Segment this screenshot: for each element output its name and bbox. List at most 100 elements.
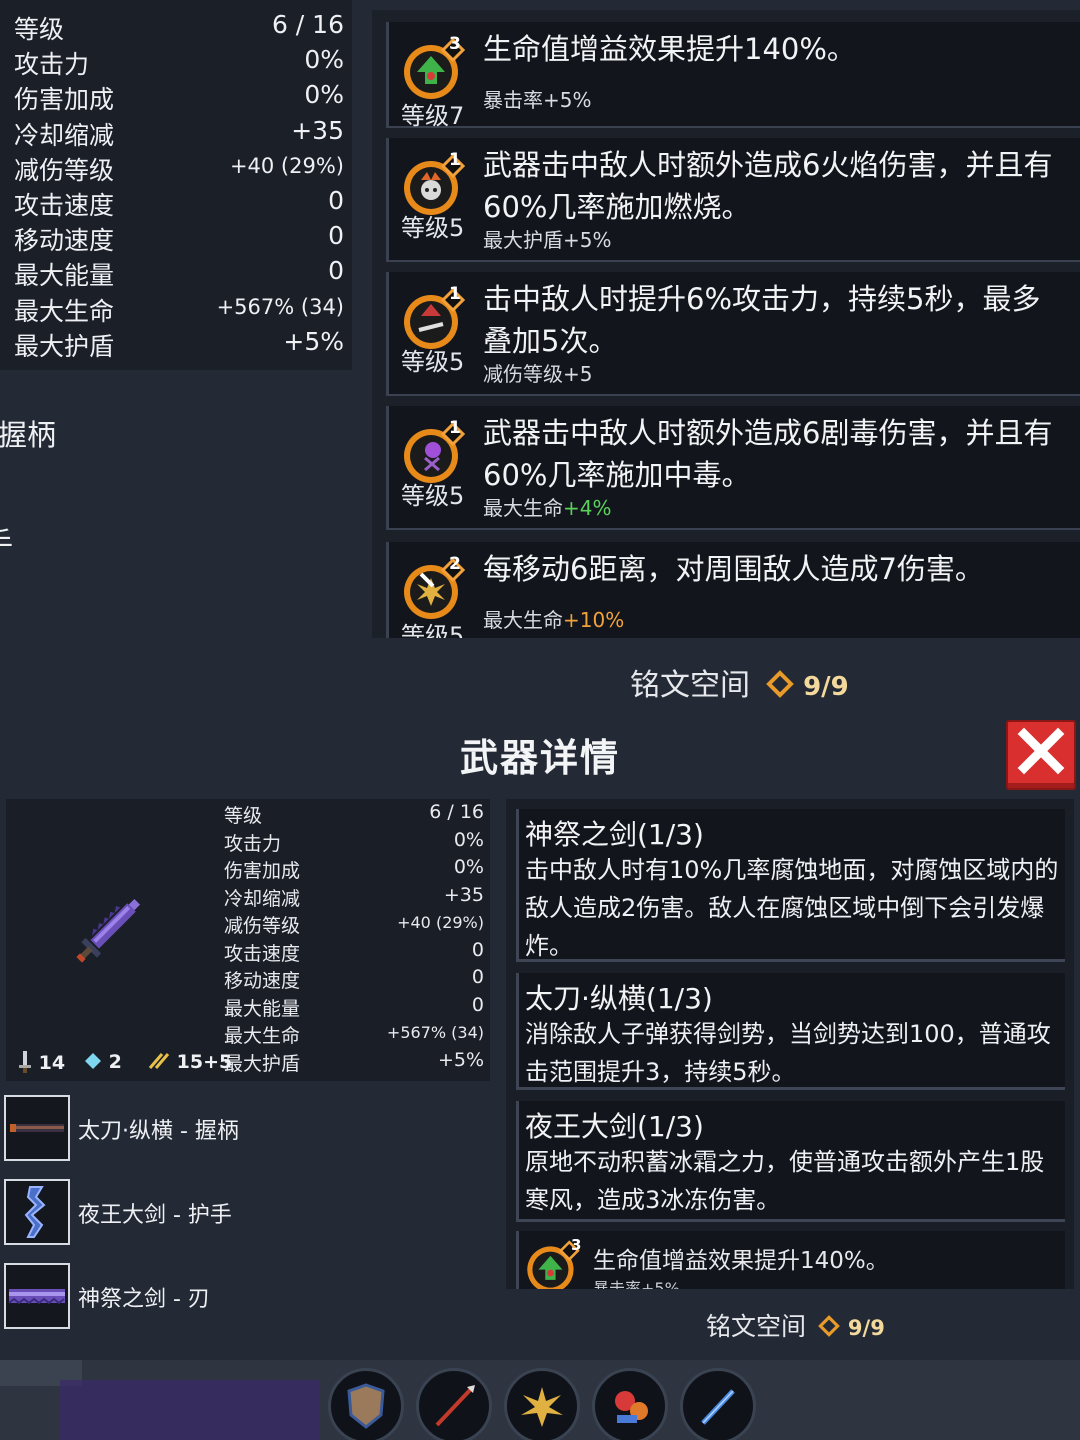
stat-row: 最大生命 +567% (34) [0,292,352,327]
set-bonus-title: 夜王大剑(1/3) [525,1110,704,1143]
weapon-stat-label: 最大能量 [224,997,301,1020]
set-bonus-card: 夜王大剑(1/3) 原地不动积蓄冰霜之力，使普通攻击额外产生1股寒风，造成3冰冻… [516,1101,1065,1222]
rune-card[interactable]: 1 等级5 武器击中敌人时额外造成6剧毒伤害，并且有60%几率施加中毒。 最大生命+4… [386,406,1080,530]
part-row-blade[interactable]: 神祭之剑 - 刃 [4,1263,484,1329]
rune-sub-value: +5% [543,88,592,112]
stat-value: +35 [291,115,344,145]
rune-sub-value: +10% [563,608,625,632]
weapon-stat-row: 减伤等级 +40 (29%) [224,911,484,938]
weapon-stat-row: 伤害加成 0% [224,856,484,883]
weapon-stat-value: 0 [471,938,484,961]
stat-label: 冷却缩减 [14,120,115,150]
rune-badge-count: 2 [449,554,461,574]
rune-sub-stat: 最大生命+10% [483,604,624,633]
stat-row: 等级 6 / 16 [0,10,352,45]
rune-sub-label: 最大生命 [483,496,563,520]
stat-value: 0 [328,186,344,215]
set-bonus-panel[interactable]: 神祭之剑(1/3) 击中敌人时有10%几率腐蚀地面，对腐蚀区域内的敌人造成2伤害… [506,799,1074,1289]
weapon-stat-value: +5% [437,1048,484,1071]
stat-label: 伤害加成 [14,85,115,115]
background-part-label: 握柄 [0,418,57,452]
rune-list-panel[interactable]: 3 等级7 生命值增益效果提升140%。 暴击率+5% 1 等级5 武器击中敌人时额外造成6… [372,10,1080,638]
fire-skill-icon[interactable] [592,1368,668,1440]
weapon-stat-value: 0 [471,966,484,988]
set-bonus-title: 太刀·纵横(1/3) [525,982,713,1015]
weapon-stat-row: 最大生命 +567% (34) [224,1021,484,1048]
weapon-stat-label: 等级 [224,805,263,827]
stat-value: +40 (29%) [229,153,344,178]
crystal-icon [85,1053,101,1069]
set-bonus-card: 神祭之剑(1/3) 击中敌人时有10%几率腐蚀地面，对腐蚀区域内的敌人造成2伤害… [516,809,1065,962]
stat-row: 伤害加成 0% [0,80,352,115]
stat-row: 攻击力 0% [0,45,352,80]
rune-card[interactable]: 1 等级5 击中敌人时提升6%攻击力，持续5秒，最多叠加5次。 减伤等级+5 [386,272,1080,396]
weapon-stat-row: 冷却缩减 +35 [224,884,484,911]
rune-sub-label: 暴击率 [483,88,543,112]
part-row-guard[interactable]: 夜王大剑 - 护手 [4,1179,484,1245]
part-label: 夜王大剑 - 护手 [78,1203,232,1228]
rune-sub-stat: 暴击率+5% [483,84,592,113]
part-slot[interactable] [4,1263,70,1329]
rune-badge-count: 1 [449,284,461,304]
rune-sub-label: 最大生命 [483,608,563,632]
blade-skill-icon[interactable] [680,1368,756,1440]
rune-card[interactable]: 2 等级5 每移动6距离，对周围敌人造成7伤害。 最大生命+10% [386,542,1080,638]
rune-badge-count: 3 [571,1236,582,1254]
shield-skill-icon[interactable] [328,1368,404,1440]
rune-sub-stat: 减伤等级+5 [483,358,592,387]
purple-ground-effect [60,1380,320,1440]
spear-skill-icon[interactable] [416,1368,492,1440]
weapon-stat-label: 伤害加成 [224,860,301,882]
rune-level: 等级5 [401,482,465,510]
rune-level: 等级5 [401,622,465,638]
stat-label: 移动速度 [14,226,115,256]
rune-level: 等级7 [401,102,465,130]
energy-value: 15+5 [176,1051,233,1073]
weapon-stat-value: 0% [453,856,484,878]
rune-card[interactable]: 3 等级7 生命值增益效果提升140%。 暴击率+5% [386,22,1080,130]
rune-space-indicator: 铭文空间 9/9 [630,660,849,704]
rune-description: 武器击中敌人时额外造成6火焰伤害，并且有60%几率施加燃烧。 [483,148,1053,224]
rune-slot-diamond-icon [818,1315,840,1337]
mini-rune-card: 3 生命值增益效果提升140%。 暴击率+5% [516,1231,1065,1289]
part-label: 太刀·纵横 - 握柄 [78,1119,239,1144]
weapon-stat-value: 6 / 16 [429,801,484,823]
set-bonus-description: 原地不动积蓄冰霜之力，使普通攻击额外产生1股寒风，造成3冰冻伤害。 [525,1148,1045,1214]
weapon-stat-row: 移动速度 0 [224,966,484,993]
weapon-stats-panel: 等级 6 / 16 攻击力 0% 伤害加成 0% 冷却缩减 +35 减伤等级 +40 (29%) 攻… [6,799,490,1081]
close-x-icon [1017,727,1065,775]
stat-row: 攻击速度 0 [0,186,352,221]
stat-value: 0 [328,221,344,251]
rune-sub-value: +4% [563,496,612,520]
stat-label: 减伤等级 [14,155,115,185]
set-bonus-description: 击中敌人时有10%几率腐蚀地面，对腐蚀区域内的敌人造成2伤害。敌人在腐蚀区域中倒… [525,856,1059,960]
stat-value: 0% [304,80,344,110]
rune-badge-count: 1 [449,418,461,438]
weapon-stat-value: +567% (34) [386,1023,484,1042]
close-button[interactable] [1006,720,1076,790]
part-slot[interactable] [4,1095,70,1161]
katana-grip-icon [10,1124,64,1132]
weapon-stat-row: 攻击速度 0 [224,939,484,966]
part-label: 神祭之剑 - 刃 [78,1287,210,1312]
rune-sub-value: +5% [563,228,612,252]
blast-skill-icon[interactable] [504,1368,580,1440]
rune-card[interactable]: 1 等级5 武器击中敌人时额外造成6火焰伤害，并且有60%几率施加燃烧。 最大护盾+5… [386,138,1080,262]
weapon-stat-label: 攻击力 [224,832,282,855]
weapon-stat-row: 等级 6 / 16 [224,801,484,828]
energy-stat: 15+5 [148,1051,232,1073]
weapon-stat-label: 移动速度 [224,970,301,992]
rune-space-count: 9/9 [847,1316,885,1340]
rune-description: 生命值增益效果提升140%。 [593,1248,889,1274]
weapon-details-dialog: 武器详情 等级 6 / 16 攻击力 0% 伤害加成 0% 冷却缩减 +35 减伤等级 +40 (… [0,715,1080,1360]
part-slot[interactable] [4,1179,70,1245]
stat-label: 攻击速度 [14,191,115,220]
rune-sub-stat: 最大护盾+5% [483,224,612,253]
energy-bolt-icon [148,1053,170,1069]
weapon-stat-label: 最大护盾 [224,1052,301,1075]
stat-row: 冷却缩减 +35 [0,116,352,151]
dialog-rune-space-indicator: 铭文空间 9/9 [706,1307,885,1343]
rune-space-label: 铭文空间 [630,668,750,703]
background-part-label: 手 [0,520,13,562]
part-row-grip[interactable]: 太刀·纵横 - 握柄 [4,1095,484,1161]
